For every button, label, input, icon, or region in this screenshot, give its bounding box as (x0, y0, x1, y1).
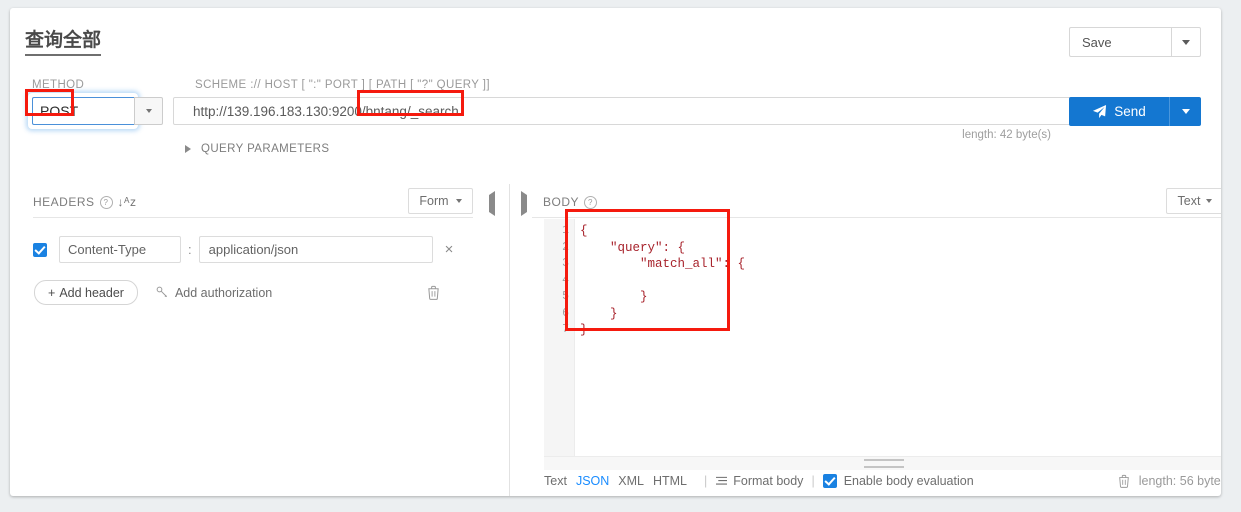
line-number: 5 (562, 290, 569, 303)
body-view-mode-label: Text (1177, 194, 1201, 208)
body-title-text: BODY (543, 195, 580, 209)
body-footer-right: length: 56 bytes (1118, 474, 1221, 488)
format-body-label: Format body (733, 474, 804, 488)
header-name-input[interactable] (59, 236, 181, 263)
help-icon[interactable]: ? (99, 195, 113, 209)
editor-resize-handle[interactable] (544, 456, 1221, 470)
footer-separator-2: | (811, 474, 815, 488)
plus-icon: + (48, 285, 56, 300)
line-number: 1 (562, 224, 569, 237)
editor-line-numbers: 1 2 3 4 5 6 7 (544, 219, 575, 456)
line-number: 3 (562, 257, 569, 270)
method-input[interactable] (32, 97, 134, 125)
body-length-label: length: 56 bytes (1138, 474, 1221, 488)
format-tab-xml[interactable]: XML (618, 474, 644, 488)
page-title: 查询全部 (25, 30, 102, 56)
sort-az-icon[interactable]: ↓ᴬz (118, 196, 137, 208)
help-icon[interactable]: ? (584, 195, 598, 209)
body-editor[interactable]: 1 2 3 4 5 6 7 { "query": { "match_all": { } }} (544, 219, 1221, 456)
url-label: SCHEME :// HOST [ ":" PORT ] [ PATH [ "?… (195, 79, 490, 91)
send-button-group: Send (1069, 97, 1201, 126)
url-input[interactable] (173, 97, 1081, 125)
add-authorization-button[interactable]: Add authorization (156, 286, 272, 300)
chevron-down-icon (145, 109, 152, 113)
save-button-group: Save (1069, 27, 1201, 57)
line-number: 2 (562, 240, 569, 254)
headers-title-text: HEADERS (33, 195, 95, 209)
trash-icon (428, 285, 439, 300)
headers-view-mode-select[interactable]: Form (408, 188, 473, 214)
method-dropdown-button[interactable] (134, 97, 163, 125)
save-button[interactable]: Save (1069, 27, 1171, 57)
body-panel-title: BODY ? (543, 195, 598, 209)
chevron-left-icon (489, 191, 495, 216)
method-select-group (32, 97, 163, 125)
body-view-mode-select[interactable]: Text (1166, 188, 1221, 214)
chevron-right-icon (521, 191, 527, 216)
enable-body-evaluation-label: Enable body evaluation (843, 474, 974, 488)
request-card: 查询全部 Save METHOD SCHEME :// HOST [ ":" P… (10, 8, 1221, 496)
panel-divider (509, 184, 510, 496)
query-parameters-label: QUERY PARAMETERS (201, 143, 330, 155)
enable-body-evaluation-checkbox[interactable] (822, 474, 837, 488)
send-dropdown-button[interactable] (1169, 97, 1201, 126)
method-label: METHOD (32, 79, 85, 91)
headers-divider (33, 217, 473, 218)
code-line: } (580, 323, 588, 337)
chevron-down-icon (1206, 199, 1213, 203)
paper-plane-icon (1093, 104, 1107, 119)
delete-headers-button[interactable] (427, 285, 440, 300)
code-line: "query": { (580, 240, 686, 255)
add-header-button[interactable]: + Add header (34, 280, 138, 305)
header-enabled-checkbox[interactable] (33, 242, 47, 257)
send-button-label: Send (1114, 104, 1146, 119)
body-footer: Text JSON XML HTML | Format body | Enable b… (544, 474, 1221, 488)
chevron-down-icon (455, 199, 462, 203)
format-tab-html[interactable]: HTML (653, 474, 687, 488)
header-value-input[interactable] (198, 236, 433, 263)
chevron-down-icon (1181, 109, 1190, 114)
add-authorization-label: Add authorization (174, 285, 273, 300)
format-tabs: Text JSON XML HTML (544, 474, 696, 488)
format-body-button[interactable]: Format body (715, 474, 803, 488)
trash-icon[interactable] (1118, 474, 1130, 488)
headers-view-mode-label: Form (419, 194, 449, 208)
chevron-right-icon (185, 145, 191, 153)
body-divider (532, 217, 1221, 218)
remove-header-icon[interactable]: × (445, 242, 454, 257)
add-header-label: Add header (59, 285, 124, 300)
format-tab-text[interactable]: Text (544, 474, 567, 488)
editor-code[interactable]: { "query": { "match_all": { } }} (575, 219, 1221, 456)
format-lines-icon (716, 476, 728, 485)
url-length-label: length: 42 byte(s) (962, 129, 1051, 141)
save-dropdown-button[interactable] (1171, 27, 1201, 57)
header-row: : × (33, 236, 453, 263)
headers-panel-title: HEADERS ? ↓ᴬz (33, 195, 136, 209)
chevron-down-icon (1182, 39, 1190, 45)
header-separator: : (188, 242, 192, 257)
collapse-headers-button[interactable] (489, 191, 495, 216)
send-button[interactable]: Send (1069, 97, 1169, 126)
line-number: 6 (562, 306, 569, 320)
code-line: { (580, 224, 588, 238)
code-line: } (580, 306, 618, 321)
line-number: 4 (562, 273, 569, 287)
line-number: 7 (562, 323, 569, 336)
format-tab-json[interactable]: JSON (576, 474, 609, 488)
code-line: } (580, 290, 648, 304)
code-line: "match_all": { (580, 257, 746, 271)
footer-separator: | (704, 474, 708, 488)
collapse-body-button[interactable] (521, 191, 527, 216)
app-root: 查询全部 Save METHOD SCHEME :// HOST [ ":" P… (0, 0, 1241, 512)
grip-lines-icon (864, 459, 904, 468)
query-parameters-toggle[interactable]: QUERY PARAMETERS (185, 143, 329, 155)
headers-actions: + Add header Add authorization (34, 280, 474, 305)
enable-body-evaluation-toggle[interactable]: Enable body evaluation (822, 474, 974, 488)
key-icon (156, 286, 168, 298)
